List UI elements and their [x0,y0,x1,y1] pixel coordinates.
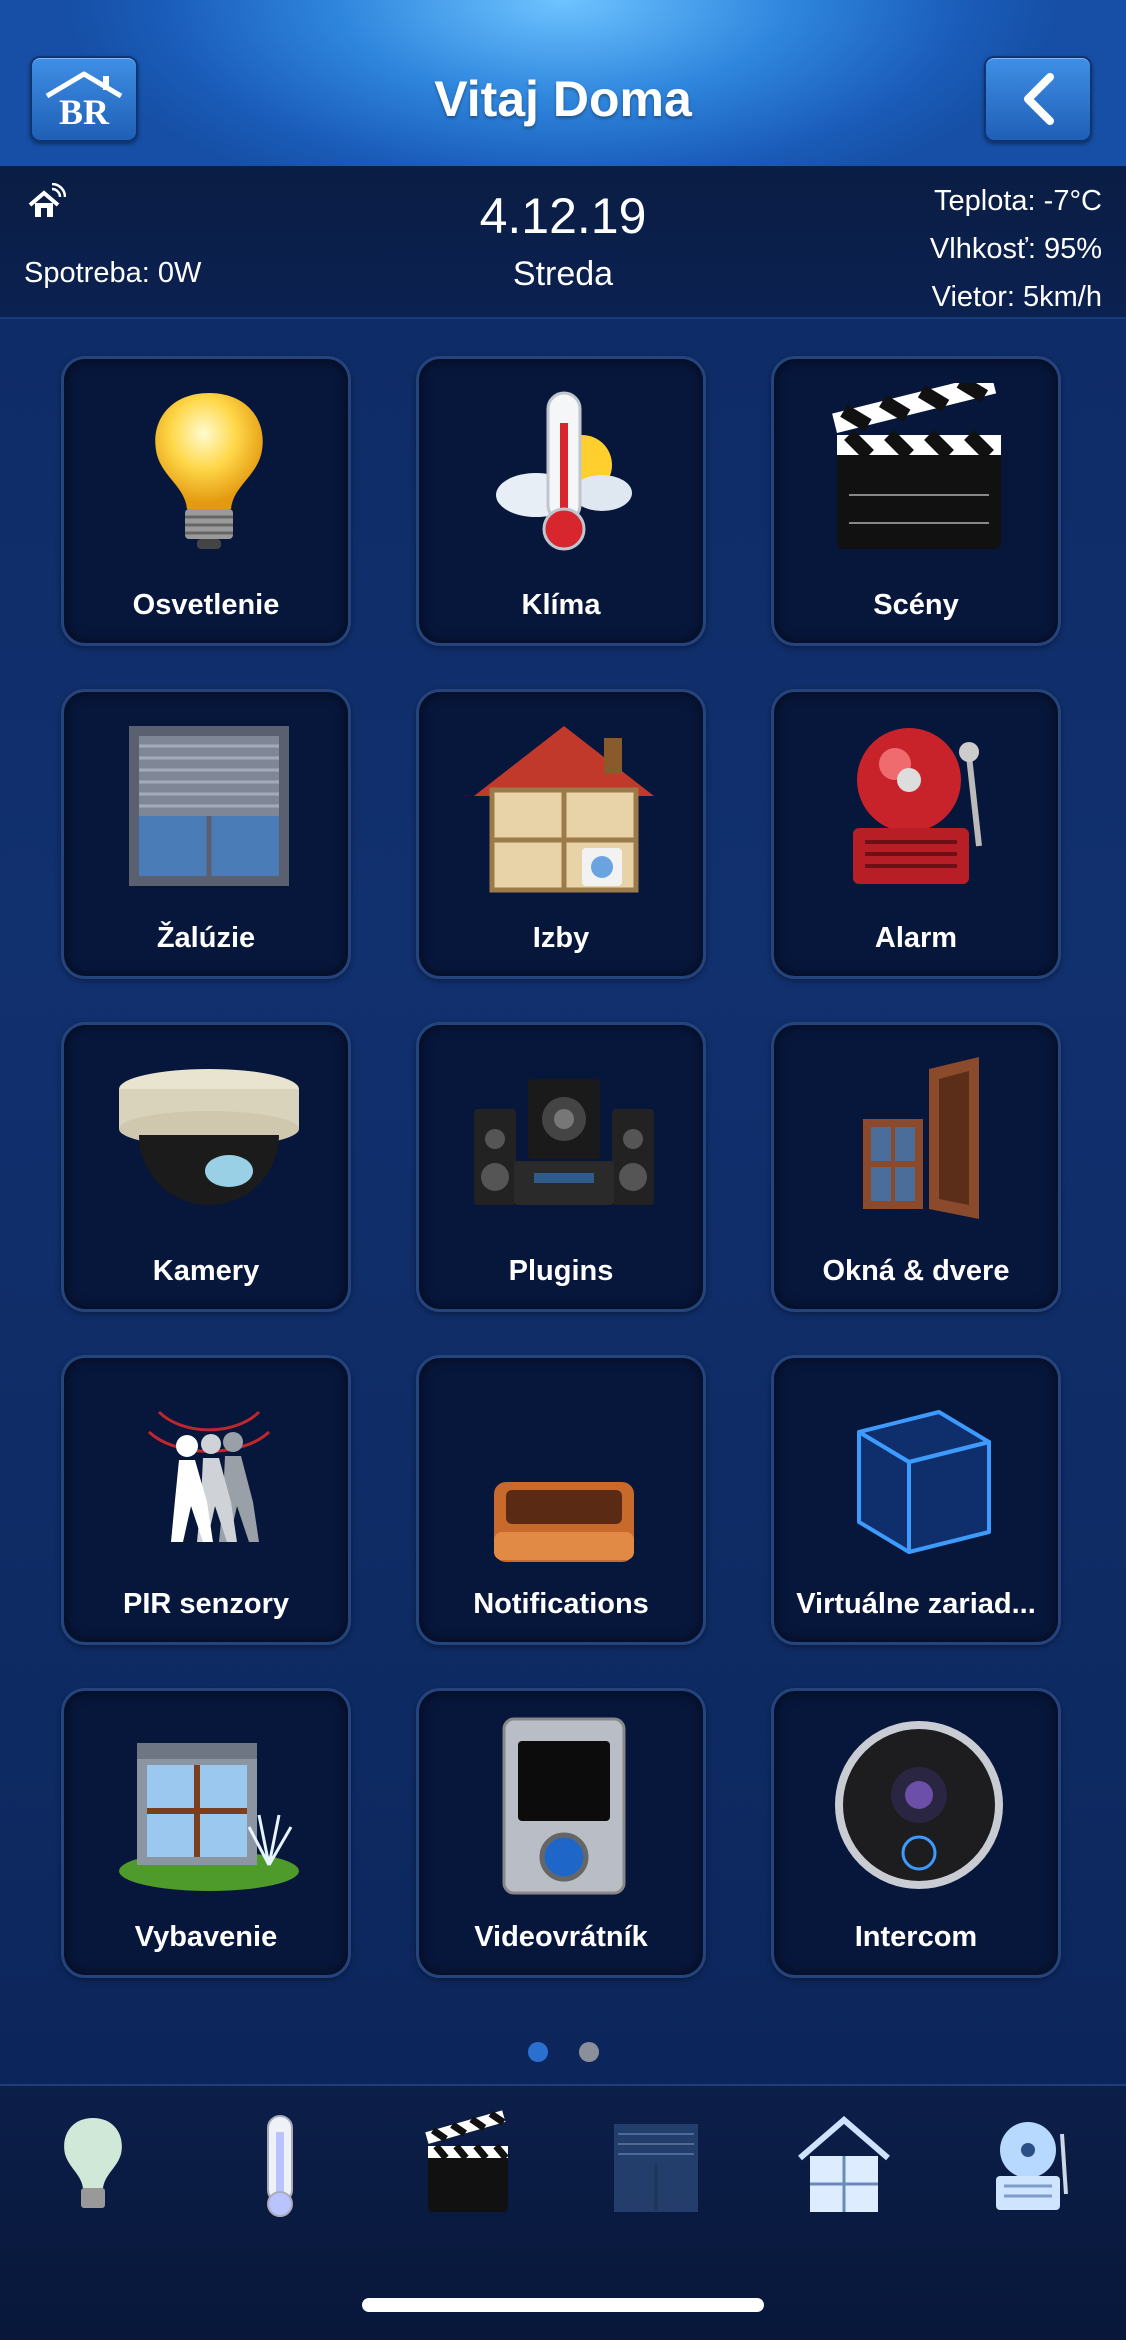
house-rooms-icon[interactable] [794,2110,894,2220]
tile-label: Scény [873,589,959,621]
garden-window-icon [119,1743,299,1891]
tile-label: Plugins [508,1255,614,1287]
inbox-tray-icon [494,1482,634,1562]
tile-alarm[interactable]: Alarm [771,689,1061,979]
tile-klima[interactable]: Klíma [416,356,706,646]
tile-kamery[interactable]: Kamery [61,1022,351,1312]
chevron-left-icon [1024,73,1054,125]
alarm-bell-icon [853,728,982,884]
logo-text: BR [59,92,110,130]
back-button[interactable] [984,56,1092,142]
video-intercom-icon [502,1717,626,1895]
home-indicator[interactable] [362,2298,764,2312]
tile-okna-dvere[interactable]: Okná & dvere [771,1022,1061,1312]
home-logo-icon: BR [45,71,123,130]
stereo-icon [474,1079,654,1205]
tile-label: Osvetlenie [132,589,280,621]
header: BR Vitaj Doma [0,0,1126,169]
tile-virtualne-zariadenia[interactable]: Virtuálne zariad... [771,1355,1061,1645]
clapperboard-icon[interactable] [418,2110,518,2220]
wind: Vietor: 5km/h [931,281,1102,313]
tile-vybavenie[interactable]: Vybavenie [61,1688,351,1978]
tile-label: Klíma [521,589,601,621]
tile-label: Kamery [152,1255,260,1287]
roller-blind-icon [129,726,289,886]
page-indicator-1[interactable] [528,2042,548,2062]
tile-intercom[interactable]: Intercom [771,1688,1061,1978]
power-consumption: Spotreba: 0W [24,257,202,289]
home-wifi-icon [28,183,66,217]
virtual-cube-icon [857,1410,991,1554]
tile-label: Žalúzie [156,922,256,954]
tile-sceny[interactable]: Scény [771,356,1061,646]
tile-label: Intercom [854,1921,978,1953]
thermometer-icon[interactable] [230,2110,330,2220]
tile-label: Videovrátník [474,1921,648,1953]
window-door-icon [863,1057,979,1219]
tile-label: Vybavenie [134,1921,278,1953]
tile-plugins[interactable]: Plugins [416,1022,706,1312]
date-display: 4.12.19 [479,188,647,244]
tile-izby[interactable]: Izby [416,689,706,979]
page-title: Vitaj Doma [434,71,692,127]
tile-videovratnik[interactable]: Videovrátník [416,1688,706,1978]
light-bulb-icon[interactable] [43,2110,143,2220]
tile-label: Izby [532,922,590,954]
tile-label: Notifications [473,1588,649,1620]
tile-label: Virtuálne zariad... [796,1588,1036,1620]
tile-notifications[interactable]: Notifications [416,1355,706,1645]
humidity: Vlhkosť: 95% [929,233,1102,265]
tile-label: PIR senzory [123,1588,289,1620]
light-bulb-icon [155,393,263,549]
page-indicator-2[interactable] [579,2042,599,2062]
motion-sensor-icon [147,1410,271,1542]
tile-label: Alarm [874,922,958,954]
alarm-bell-icon[interactable] [982,2110,1082,2220]
roller-blind-icon[interactable] [606,2110,706,2220]
logo-button[interactable]: BR [30,56,138,142]
house-rooms-icon [474,726,654,893]
intercom-camera-icon [835,1721,1003,1889]
dome-camera-icon [119,1069,299,1205]
tile-label: Okná & dvere [822,1255,1010,1287]
status-bar: Spotreba: 0W 4.12.19 Streda Teplota: -7°… [0,169,1126,319]
tile-pir-senzory[interactable]: PIR senzory [61,1355,351,1645]
day-display: Streda [512,255,614,293]
temperature: Teplota: -7°C [934,185,1102,217]
weather-info: Teplota: -7°C Vlhkosť: 95% Vietor: 5km/h [930,177,1102,321]
tile-zaluzie[interactable]: Žalúzie [61,689,351,979]
clapperboard-icon [832,383,1001,549]
tile-osvetlenie[interactable]: Osvetlenie [61,356,351,646]
thermometer-icon [496,391,632,551]
